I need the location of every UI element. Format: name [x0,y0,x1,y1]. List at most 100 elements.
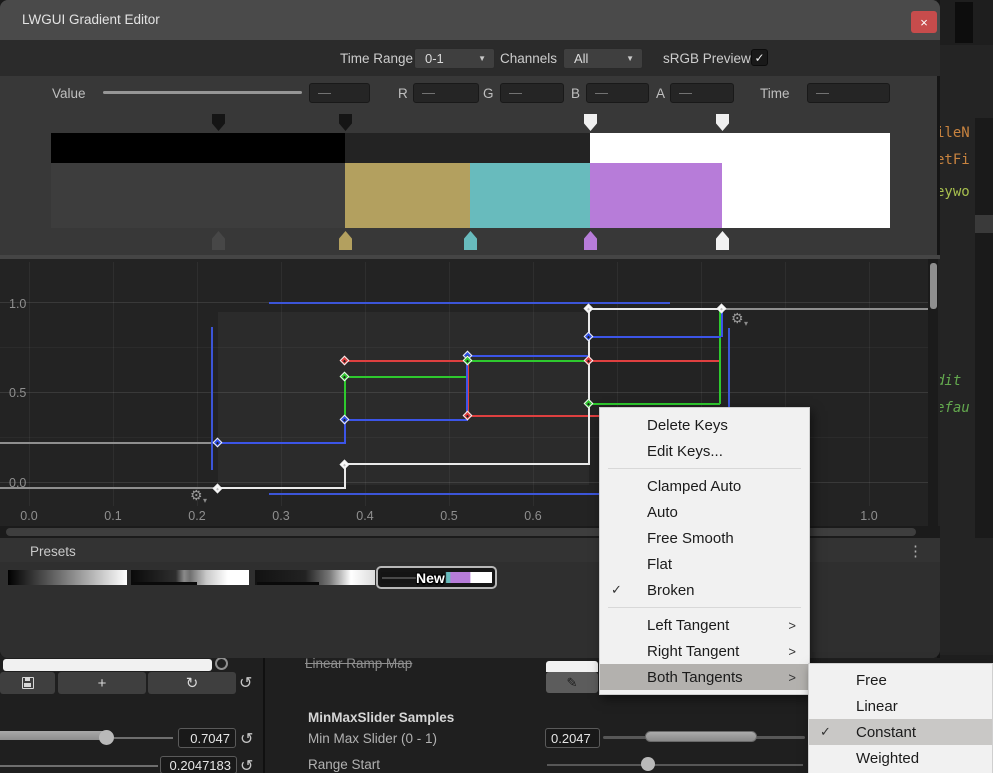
a-label: A [656,86,665,101]
menu-item-edit-keys[interactable]: Edit Keys... [600,438,809,464]
window-title: LWGUI Gradient Editor [22,12,160,27]
object-picker-icon[interactable] [215,657,228,670]
refresh-icon: ↻ [186,674,199,692]
time-field[interactable]: — [807,83,890,103]
gridline [281,262,282,506]
screen: ileN etFi eywo dit efau + ↻ ↺ 0.7047 ↺ 0… [0,0,993,773]
min-max-value-field[interactable]: 0.2047 [545,728,600,748]
y-axis-tick: 0.5 [9,386,26,400]
curve-segment [0,442,218,444]
a-field[interactable]: — [670,83,734,103]
x-axis-tick: 1.0 [854,509,884,523]
curve-segment [345,360,468,362]
curve-segment [589,360,720,362]
menu-item-flat[interactable]: Flat [600,551,809,577]
menu-item-label: Broken [647,582,695,599]
curve-segment [468,415,599,417]
curve-segment [218,442,345,444]
b-field[interactable]: — [586,83,649,103]
color-strip-segment[interactable] [345,163,470,228]
color-strip-segment[interactable] [590,163,722,228]
submenu-item-constant[interactable]: ✓Constant [809,719,992,745]
submenu-item-weighted[interactable]: Weighted [809,745,992,771]
alpha-strip-segment[interactable] [590,133,890,163]
floppy-icon [22,677,34,689]
undo-icon[interactable]: ↺ [240,756,253,773]
submenu-item-free[interactable]: Free [809,667,992,693]
g-label: G [483,86,494,101]
menu-item-broken[interactable]: ✓Broken [600,577,809,603]
menu-item-label: Free Smooth [647,530,734,547]
menu-item-both-tangents[interactable]: Both Tangents> [600,664,809,690]
channels-dropdown[interactable]: All ▼ [563,48,643,69]
close-button[interactable]: × [911,11,937,33]
alpha-strip-segment[interactable] [345,133,590,163]
b-label: B [571,86,580,101]
curve-segment [468,355,589,357]
preset-swatch[interactable] [8,570,127,585]
time-range-label: Time Range [340,51,413,66]
menu-item-label: Left Tangent [647,617,729,634]
undo-icon[interactable]: ↺ [240,729,253,749]
preset-swatch-underline [257,582,319,585]
gear-caret-icon: ▾ [203,496,207,505]
range-start-slider-knob[interactable] [641,757,655,771]
menu-item-label: Free [856,672,887,689]
code-line: eywo [936,184,970,200]
slider1-value-field[interactable]: 0.7047 [178,728,236,748]
y-axis-tick: 1.0 [9,297,26,311]
time-range-dropdown[interactable]: 0-1 ▼ [414,48,495,69]
add-ramp-button[interactable]: + [58,672,146,694]
alpha-strip-segment[interactable] [51,133,345,163]
menu-item-right-tangent[interactable]: Right Tangent> [600,638,809,664]
samples-title: MinMaxSlider Samples [308,710,454,725]
undo-icon[interactable]: ↺ [239,673,252,693]
slider1-track[interactable] [114,737,173,739]
menu-item-left-tangent[interactable]: Left Tangent> [600,612,809,638]
color-strip-segment[interactable] [722,163,890,228]
slider1-fill[interactable] [0,731,112,740]
gear-icon[interactable]: ⚙ [190,487,203,504]
g-field[interactable]: — [500,83,564,103]
edit-ramp-button[interactable]: ✎ [546,672,598,693]
min-max-slider-range[interactable] [645,731,757,742]
srgb-preview-checkbox[interactable]: ✓ [751,49,768,66]
submenu-arrow-icon: > [788,644,796,659]
gear-icon[interactable]: ⚙ [731,310,744,327]
vertical-scrollbar-thumb[interactable] [930,263,937,309]
context-menu: Delete Keys Edit Keys... Clamped Auto Au… [599,407,810,695]
save-ramp-button[interactable] [0,672,55,694]
gridline [113,262,114,506]
preset-swatch-new[interactable]: New [376,566,497,589]
plus-icon: + [98,675,107,692]
menu-item-delete-keys[interactable]: Delete Keys [600,412,809,438]
menu-item-free-smooth[interactable]: Free Smooth [600,525,809,551]
curve-segment [0,487,218,489]
slider1-knob[interactable] [99,730,114,745]
ramp-mini-preview[interactable] [546,661,598,672]
slider2-track[interactable] [0,765,158,767]
curve-segment [345,376,468,378]
gridline [869,262,870,506]
curve-segment [722,308,929,310]
value-field[interactable]: — [309,83,370,103]
ramp-texture-preview[interactable] [3,659,212,671]
kebab-menu-icon[interactable]: ⋮ [908,542,923,560]
submenu-item-linear[interactable]: Linear [809,693,992,719]
background-gutter [975,118,993,538]
range-start-slider-track[interactable] [547,764,803,766]
menu-item-auto[interactable]: Auto [600,499,809,525]
refresh-ramp-button[interactable]: ↻ [148,672,236,694]
slider2-value-field[interactable]: 0.2047183 [160,756,237,773]
menu-item-clamped-auto[interactable]: Clamped Auto [600,473,809,499]
color-strip-segment[interactable] [470,163,590,228]
value-slider[interactable] [103,91,302,94]
close-icon: × [920,15,928,30]
menu-item-label: Linear [856,698,898,715]
code-line: efau [936,400,970,416]
r-field[interactable]: — [413,83,479,103]
color-strip-segment[interactable] [51,163,345,228]
gridline [29,262,30,506]
menu-separator [608,607,801,608]
x-axis-tick: 0.2 [182,509,212,523]
